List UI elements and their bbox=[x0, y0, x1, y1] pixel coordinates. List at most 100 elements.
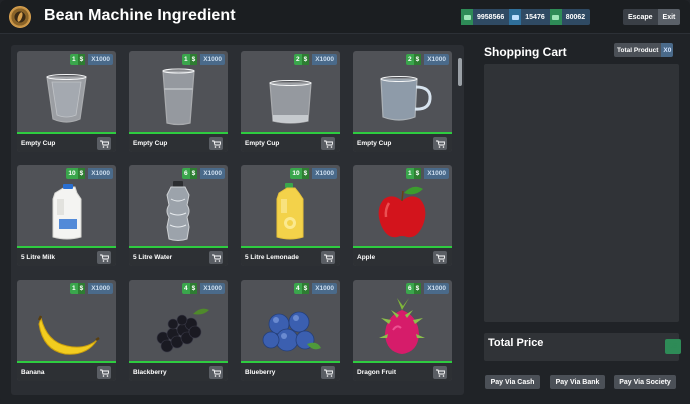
pay-via-society-button[interactable]: Pay Via Society bbox=[614, 375, 676, 389]
add-to-cart-button[interactable] bbox=[209, 366, 223, 379]
product-card[interactable]: 4 $ X1000 Blueberry bbox=[241, 280, 340, 381]
cart-icon bbox=[99, 140, 109, 148]
cart-icon bbox=[435, 369, 445, 377]
currency-symbol: $ bbox=[77, 168, 86, 179]
currency-symbol: $ bbox=[189, 54, 198, 65]
total-price-box: Total Price 0$ bbox=[484, 333, 681, 361]
add-to-cart-button[interactable] bbox=[209, 137, 223, 150]
cart-icon bbox=[99, 254, 109, 262]
cash-balance-value: 9958566 bbox=[477, 13, 505, 21]
cart-items-list bbox=[484, 64, 679, 322]
add-to-cart-button[interactable] bbox=[321, 366, 335, 379]
stock-count: X1000 bbox=[88, 168, 113, 179]
add-to-cart-button[interactable] bbox=[97, 251, 111, 264]
stock-count: X1000 bbox=[312, 54, 337, 65]
cart-icon bbox=[211, 369, 221, 377]
product-name: Blueberry bbox=[245, 369, 276, 376]
price-value: 2 bbox=[293, 54, 302, 65]
product-card[interactable]: 1 $ X1000 Banana bbox=[17, 280, 116, 381]
society-icon bbox=[549, 9, 562, 25]
cart-icon bbox=[323, 369, 333, 377]
product-card[interactable]: 2 $ X1000 Empty Cup bbox=[241, 51, 340, 152]
product-grid: 1 $ X1000 Empty Cup 1 $ X1000 Empty Cup … bbox=[11, 45, 464, 395]
escape-button[interactable]: Escape Exit bbox=[623, 9, 681, 25]
card-footer: 5 Litre Milk bbox=[17, 246, 116, 266]
stock-count: X1000 bbox=[200, 54, 225, 65]
product-card[interactable]: 2 $ X1000 Empty Cup bbox=[353, 51, 452, 152]
total-product-count: X0 bbox=[661, 43, 674, 57]
stock-count: X1000 bbox=[424, 54, 449, 65]
header-bar: Bean Machine Ingredient 9958566 15476 80… bbox=[0, 0, 690, 34]
lemonade-jug-icon bbox=[276, 183, 304, 240]
price-value: 1 bbox=[69, 283, 78, 294]
bean-machine-logo bbox=[9, 6, 31, 28]
product-grid-scrollbar[interactable] bbox=[458, 58, 462, 86]
product-card[interactable]: 10 $ X1000 5 Litre Lemonade bbox=[241, 165, 340, 266]
add-to-cart-button[interactable] bbox=[97, 137, 111, 150]
escape-label[interactable]: Escape bbox=[623, 9, 658, 25]
exit-key[interactable]: Exit bbox=[657, 9, 681, 25]
price-value: 1 bbox=[405, 168, 414, 179]
cart-icon bbox=[435, 254, 445, 262]
product-card[interactable]: 4 $ X1000 Blackberry bbox=[129, 280, 228, 381]
product-card[interactable]: 1 $ X1000 Apple bbox=[353, 165, 452, 266]
bank-balance: 15476 bbox=[509, 9, 550, 25]
price-badges: 10 $ X1000 bbox=[66, 168, 113, 179]
product-card[interactable]: 10 $ X1000 5 Litre Milk bbox=[17, 165, 116, 266]
add-to-cart-button[interactable] bbox=[321, 251, 335, 264]
tumbler-glass-icon bbox=[269, 80, 312, 124]
pay-via-cash-button[interactable]: Pay Via Cash bbox=[485, 375, 540, 389]
blueberry-icon bbox=[262, 311, 321, 352]
water-bottle-icon bbox=[166, 181, 190, 241]
add-to-cart-button[interactable] bbox=[433, 366, 447, 379]
add-to-cart-button[interactable] bbox=[433, 137, 447, 150]
currency-symbol: $ bbox=[189, 168, 198, 179]
dragon-fruit-icon bbox=[379, 298, 425, 354]
stock-count: X1000 bbox=[200, 168, 225, 179]
shopping-cart-panel: Shopping Cart Total Product X0 Total Pri… bbox=[476, 43, 684, 395]
price-badges: 2 $ X1000 bbox=[405, 54, 449, 65]
product-name: Empty Cup bbox=[133, 140, 168, 147]
currency-symbol: $ bbox=[413, 168, 422, 179]
tall-glass-icon bbox=[162, 68, 195, 126]
currency-symbol: $ bbox=[77, 54, 86, 65]
currency-symbol: $ bbox=[413, 283, 422, 294]
price-badges: 4 $ X1000 bbox=[181, 283, 225, 294]
currency-symbol: $ bbox=[301, 54, 310, 65]
stock-count: X1000 bbox=[424, 283, 449, 294]
price-badges: 6 $ X1000 bbox=[181, 168, 225, 179]
card-footer: Empty Cup bbox=[353, 132, 452, 152]
shopping-cart-title: Shopping Cart bbox=[484, 45, 567, 59]
card-footer: Blackberry bbox=[129, 361, 228, 381]
stock-count: X1000 bbox=[312, 168, 337, 179]
product-card[interactable]: 1 $ X1000 Empty Cup bbox=[17, 51, 116, 152]
card-footer: Dragon Fruit bbox=[353, 361, 452, 381]
glass-mug-icon bbox=[380, 76, 432, 121]
bank-icon bbox=[509, 9, 522, 25]
currency-symbol: $ bbox=[413, 54, 422, 65]
double-wall-glass-icon bbox=[46, 74, 87, 123]
add-to-cart-button[interactable] bbox=[209, 251, 223, 264]
product-card[interactable]: 6 $ X1000 5 Litre Water bbox=[129, 165, 228, 266]
total-price-value: 0$ bbox=[665, 339, 681, 354]
add-to-cart-button[interactable] bbox=[321, 137, 335, 150]
milk-jug-icon bbox=[52, 184, 82, 240]
product-name: Empty Cup bbox=[245, 140, 280, 147]
price-badges: 10 $ X1000 bbox=[290, 168, 337, 179]
price-badges: 1 $ X1000 bbox=[69, 54, 113, 65]
banana-icon bbox=[37, 315, 100, 355]
product-name: Banana bbox=[21, 369, 45, 376]
price-badges: 1 $ X1000 bbox=[69, 283, 113, 294]
product-card[interactable]: 1 $ X1000 Empty Cup bbox=[129, 51, 228, 152]
add-to-cart-button[interactable] bbox=[433, 251, 447, 264]
card-footer: Empty Cup bbox=[241, 132, 340, 152]
product-card[interactable]: 6 $ X1000 Dragon Fruit bbox=[353, 280, 452, 381]
product-name: 5 Litre Milk bbox=[21, 254, 55, 261]
pay-via-bank-button[interactable]: Pay Via Bank bbox=[550, 375, 605, 389]
add-to-cart-button[interactable] bbox=[97, 366, 111, 379]
price-value: 6 bbox=[405, 283, 414, 294]
cart-icon bbox=[323, 140, 333, 148]
card-footer: Blueberry bbox=[241, 361, 340, 381]
blackberry-icon bbox=[156, 308, 209, 353]
price-badges: 1 $ X1000 bbox=[181, 54, 225, 65]
